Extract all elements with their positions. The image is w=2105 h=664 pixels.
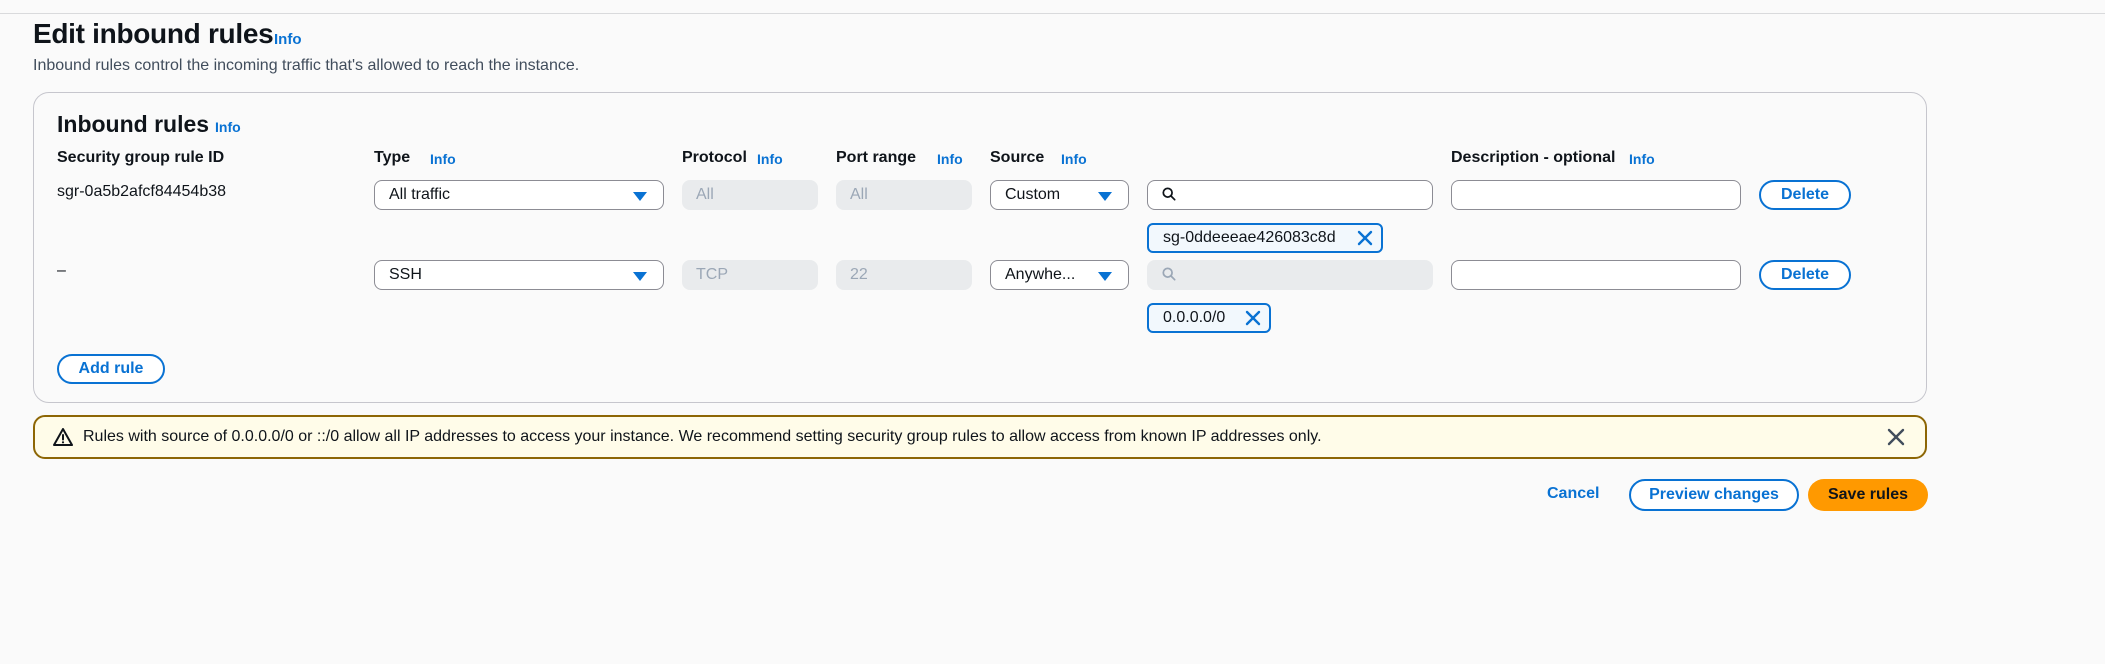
type-select[interactable]: SSH: [374, 260, 664, 290]
close-icon[interactable]: [1887, 428, 1905, 446]
delete-button[interactable]: Delete: [1759, 260, 1851, 290]
description-info-link[interactable]: Info: [1629, 151, 1655, 167]
caret-down-icon: [633, 272, 647, 281]
caret-down-icon: [1098, 192, 1112, 201]
column-header-type: Type: [374, 149, 411, 166]
preview-changes-button[interactable]: Preview changes: [1629, 479, 1799, 511]
description-input[interactable]: [1451, 180, 1741, 210]
column-header-source: Source: [990, 149, 1045, 166]
page-info-link[interactable]: Info: [274, 31, 302, 48]
type-select-value: All traffic: [389, 186, 451, 203]
port-range-field: All: [836, 180, 972, 210]
protocol-field: TCP: [682, 260, 818, 290]
save-rules-button[interactable]: Save rules: [1808, 479, 1928, 511]
source-token-label: sg-0ddeeeae426083c8d: [1163, 229, 1336, 246]
panel-info-link[interactable]: Info: [215, 119, 241, 135]
cancel-button[interactable]: Cancel: [1547, 485, 1599, 503]
type-select-value: SSH: [389, 266, 422, 283]
source-search-input[interactable]: [1147, 180, 1433, 210]
warning-alert: Rules with source of 0.0.0.0/0 or ::/0 a…: [33, 415, 1927, 459]
port-range-field: 22: [836, 260, 972, 290]
column-header-rule-id: Security group rule ID: [57, 149, 225, 166]
page-description: Inbound rules control the incoming traff…: [33, 57, 580, 74]
source-select-value: Anywhe...: [1005, 266, 1076, 283]
column-header-description: Description - optional: [1451, 149, 1616, 166]
port-range-info-link[interactable]: Info: [937, 151, 963, 167]
column-header-protocol: Protocol: [682, 149, 747, 166]
add-rule-button[interactable]: Add rule: [57, 354, 165, 384]
alert-message: Rules with source of 0.0.0.0/0 or ::/0 a…: [83, 428, 1322, 445]
column-header-port-range: Port range: [836, 149, 917, 166]
delete-button[interactable]: Delete: [1759, 180, 1851, 210]
protocol-field: All: [682, 180, 818, 210]
source-select-value: Custom: [1005, 186, 1061, 203]
top-divider: [0, 13, 2105, 14]
panel-title: Inbound rules: [57, 111, 210, 137]
inbound-rules-panel: [33, 92, 1927, 403]
type-select[interactable]: All traffic: [374, 180, 664, 210]
source-select[interactable]: Custom: [990, 180, 1129, 210]
source-token: sg-0ddeeeae426083c8d: [1147, 223, 1383, 253]
source-info-link[interactable]: Info: [1061, 151, 1087, 167]
description-input[interactable]: [1451, 260, 1741, 290]
warning-icon: [53, 428, 73, 446]
rule-id: –: [57, 262, 66, 279]
source-token: 0.0.0.0/0: [1147, 303, 1271, 333]
search-icon: [1162, 267, 1176, 281]
type-info-link[interactable]: Info: [430, 151, 456, 167]
caret-down-icon: [1098, 272, 1112, 281]
source-select[interactable]: Anywhe...: [990, 260, 1129, 290]
page-title: Edit inbound rules: [33, 18, 274, 49]
caret-down-icon: [633, 192, 647, 201]
source-search-input: [1147, 260, 1433, 290]
source-token-label: 0.0.0.0/0: [1163, 309, 1226, 326]
search-icon: [1162, 187, 1176, 201]
close-icon[interactable]: [1245, 310, 1261, 326]
rule-id: sgr-0a5b2afcf84454b38: [57, 183, 227, 200]
close-icon[interactable]: [1357, 230, 1373, 246]
protocol-info-link[interactable]: Info: [757, 151, 783, 167]
